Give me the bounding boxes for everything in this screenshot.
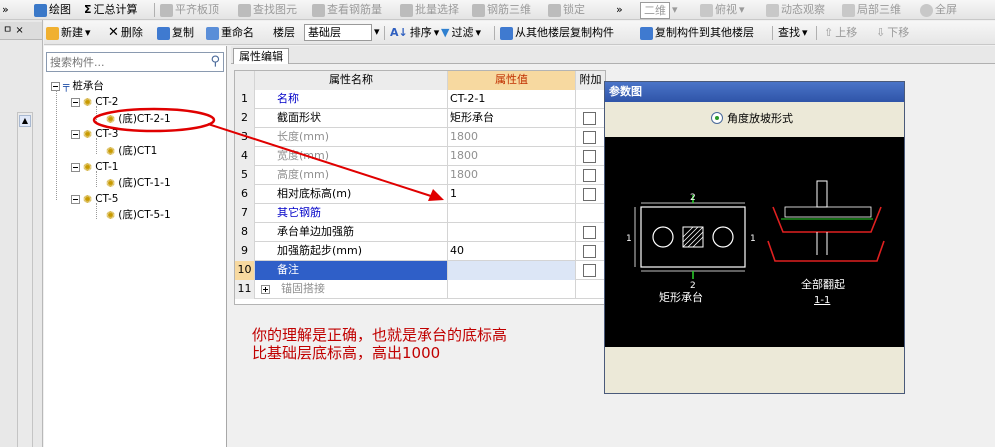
slope-mode-radio[interactable]: 角度放坡形式: [711, 110, 793, 126]
pile-circle: [652, 226, 674, 248]
lower-bend-outline: [767, 240, 885, 262]
annotation-arrow-line: [207, 123, 435, 198]
param-diagram-dialog: 参数图 角度放坡形式 2 2 1 1 矩形承台 全部翻起 1-1: [604, 81, 905, 394]
shape-left-label: 矩形承台: [659, 290, 703, 304]
hatch: [682, 226, 694, 238]
dim-label-2: 2: [690, 193, 696, 203]
highlight-ellipse: [92, 107, 216, 133]
dim-label-2-bottom: 2: [690, 281, 696, 291]
dim-label-1: 1: [626, 234, 632, 244]
dim-label-1-right: 1: [750, 234, 756, 244]
param-dialog-title: 参数图: [605, 82, 904, 102]
column-stub: [816, 180, 828, 208]
pile-circle: [712, 226, 734, 248]
param-diagram-canvas: 2 2 1 1 矩形承台 全部翻起 1-1: [605, 137, 904, 347]
section-label: 1-1: [814, 295, 830, 306]
shape-right-label: 全部翻起: [801, 277, 845, 291]
pile-cap-diagram: 2 2 1 1 矩形承台 全部翻起 1-1: [626, 180, 885, 306]
hatch: [692, 236, 704, 248]
rebar-layer: [784, 206, 872, 218]
hatch: [682, 226, 704, 248]
radio-icon: [711, 112, 723, 124]
